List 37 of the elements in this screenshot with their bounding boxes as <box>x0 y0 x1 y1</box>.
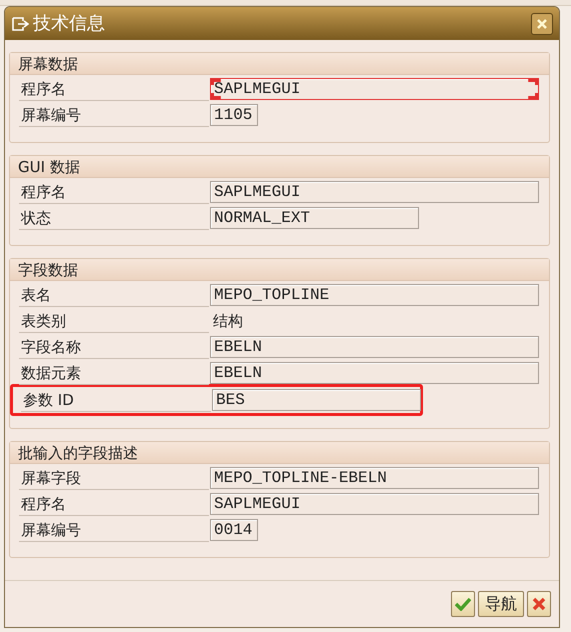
field-label: 屏幕编号 <box>19 518 209 542</box>
group-title: 字段数据 <box>10 259 549 281</box>
close-icon <box>532 597 546 611</box>
window-title: 技术信息 <box>33 12 105 36</box>
input-field[interactable]: EBELN <box>210 336 539 358</box>
field-label: 屏幕字段 <box>19 466 209 490</box>
input-field[interactable]: BES <box>212 389 421 411</box>
dialog-icon <box>11 16 29 32</box>
input-field[interactable]: EBELN <box>210 362 539 384</box>
field-label: 表名 <box>19 283 209 307</box>
input-field[interactable]: MEPO_TOPLINE-EBELN <box>210 467 539 489</box>
field-label: 参数 ID <box>21 388 211 412</box>
input-field[interactable]: SAPLMEGUI <box>210 181 539 203</box>
field-label: 数据元素 <box>19 361 209 385</box>
confirm-button[interactable] <box>451 591 475 617</box>
field-label: 程序名 <box>19 180 209 204</box>
field-label: 表类别 <box>19 309 209 333</box>
field-label: 程序名 <box>19 492 209 516</box>
checkmark-icon <box>455 597 471 611</box>
input-field[interactable]: MEPO_TOPLINE <box>210 284 539 306</box>
close-icon <box>536 18 548 30</box>
input-field[interactable]: NORMAL_EXT <box>210 207 419 229</box>
input-field[interactable]: 1105 <box>210 104 258 126</box>
field-value: 结构 <box>213 310 243 332</box>
input-field[interactable]: SAPLMEGUI <box>210 78 539 100</box>
group-title: 屏幕数据 <box>10 53 549 75</box>
cancel-button[interactable] <box>527 591 551 617</box>
field-label: 状态 <box>19 206 209 230</box>
group-title: 批输入的字段描述 <box>10 442 549 464</box>
field-label: 字段名称 <box>19 335 209 359</box>
close-button[interactable] <box>531 12 553 34</box>
field-label: 屏幕编号 <box>19 103 209 127</box>
navigate-button[interactable]: 导航 <box>478 591 524 617</box>
input-field[interactable]: SAPLMEGUI <box>210 493 539 515</box>
input-field[interactable]: 0014 <box>210 519 258 541</box>
field-label: 程序名 <box>19 77 209 101</box>
group-title: GUI 数据 <box>10 156 549 178</box>
